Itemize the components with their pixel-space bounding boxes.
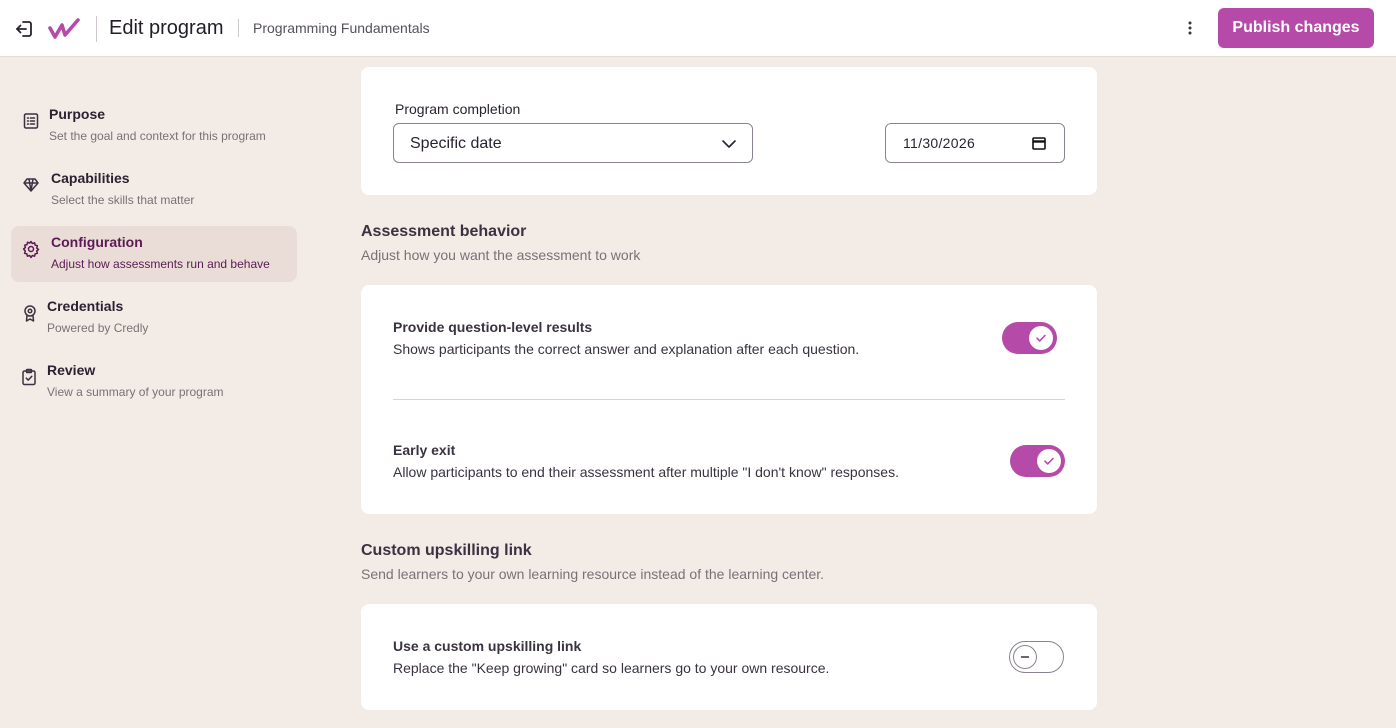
clipboard-check-icon [22, 368, 36, 386]
upskilling-card: Use a custom upskilling link Replace the… [361, 604, 1097, 710]
more-options-button[interactable] [1178, 16, 1202, 40]
gear-icon [22, 240, 40, 259]
publish-changes-button[interactable]: Publish changes [1218, 8, 1374, 48]
sidebar-item-review[interactable]: Review View a summary of your program [11, 354, 297, 410]
question-results-title: Provide question-level results [393, 319, 593, 335]
assessment-behavior-card: Provide question-level results Shows par… [361, 285, 1097, 514]
award-icon [24, 305, 36, 322]
sidebar-item-title: Configuration [51, 234, 143, 250]
sidebar-item-title: Purpose [49, 106, 106, 122]
sidebar-item-configuration[interactable]: Configuration Adjust how assessments run… [11, 226, 297, 282]
more-vertical-icon [1188, 21, 1192, 35]
upskilling-desc: Send learners to your own learning resou… [361, 566, 825, 582]
program-completion-label: Program completion [395, 101, 521, 117]
sidebar-item-desc: Set the goal and context for this progra… [49, 129, 266, 143]
check-icon [1044, 457, 1054, 465]
header-divider [96, 16, 97, 42]
minus-icon [1020, 656, 1030, 658]
brand-logo [47, 15, 81, 43]
sidebar-item-desc: Select the skills that matter [51, 193, 195, 207]
program-completion-select[interactable]: Specific date [393, 123, 753, 163]
options-divider [393, 399, 1065, 400]
sidebar-item-title: Review [47, 362, 96, 378]
early-exit-title: Early exit [393, 442, 456, 458]
early-exit-desc: Allow participants to end their assessme… [393, 464, 899, 480]
toggle-knob [1029, 326, 1053, 350]
sidebar-item-desc: View a summary of your program [47, 385, 224, 399]
header-divider [238, 19, 239, 37]
sidebar-item-desc: Adjust how assessments run and behave [51, 257, 270, 271]
sidebar-item-desc: Powered by Credly [47, 321, 149, 335]
list-icon [23, 113, 39, 129]
check-icon [1036, 334, 1046, 342]
question-results-desc: Shows participants the correct answer an… [393, 341, 860, 357]
custom-link-title: Use a custom upskilling link [393, 638, 582, 654]
upskilling-heading: Custom upskilling link [361, 542, 532, 559]
toggle-knob [1037, 449, 1061, 473]
custom-link-toggle[interactable] [1009, 641, 1064, 673]
sidebar-item-title: Capabilities [51, 170, 130, 186]
select-value: Specific date [410, 135, 502, 152]
program-name: Programming Fundamentals [253, 20, 430, 36]
top-bar: Edit program Programming Fundamentals Pu… [0, 0, 1396, 57]
date-value: 11/30/2026 [903, 135, 976, 151]
custom-link-desc: Replace the "Keep growing" card so learn… [393, 660, 830, 676]
calendar-icon[interactable] [1031, 135, 1047, 151]
exit-button[interactable] [12, 17, 36, 41]
chevron-down-icon [722, 140, 736, 148]
completion-date-input[interactable]: 11/30/2026 [885, 123, 1065, 163]
sidebar-item-purpose[interactable]: Purpose Set the goal and context for thi… [11, 98, 297, 154]
page-title: Edit program [109, 17, 224, 39]
question-results-toggle[interactable] [1002, 322, 1057, 354]
sidebar-item-capabilities[interactable]: Capabilities Select the skills that matt… [11, 162, 297, 218]
gem-icon [23, 178, 39, 192]
toggle-knob [1013, 645, 1037, 669]
assessment-behavior-desc: Adjust how you want the assessment to wo… [361, 247, 641, 263]
sidebar-item-title: Credentials [47, 298, 124, 314]
sidebar-item-credentials[interactable]: Credentials Powered by Credly [11, 290, 297, 346]
early-exit-toggle[interactable] [1010, 445, 1065, 477]
program-completion-card: Program completion Specific date 11/30/2… [361, 67, 1097, 195]
exit-icon [16, 21, 32, 37]
assessment-behavior-heading: Assessment behavior [361, 223, 527, 240]
